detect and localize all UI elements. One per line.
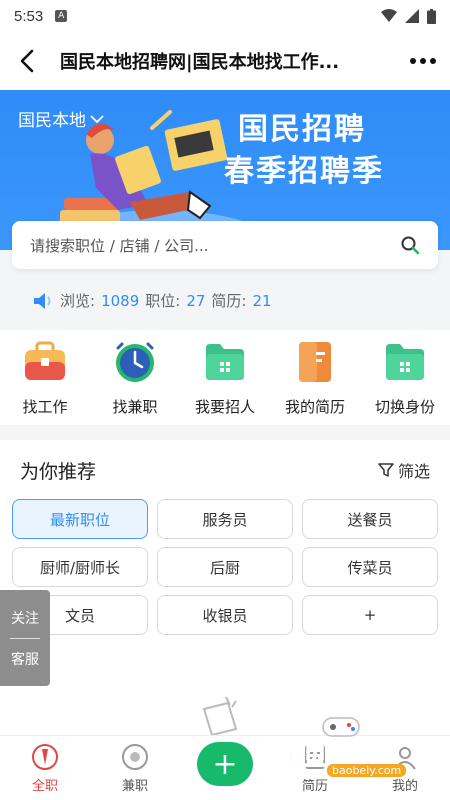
views-count: 1089 bbox=[101, 291, 140, 310]
chip-latest-jobs[interactable]: 最新职位 bbox=[12, 499, 148, 539]
search-icon[interactable] bbox=[400, 235, 420, 255]
back-arrow-icon bbox=[20, 49, 34, 73]
wifi-icon bbox=[381, 9, 397, 22]
battery-icon bbox=[427, 8, 436, 24]
resumes-label: 简历: bbox=[211, 292, 247, 310]
tab-label: 兼职 bbox=[121, 779, 148, 794]
watermark-url: baobeiy.com bbox=[327, 764, 407, 777]
city-selector[interactable]: 国民本地 bbox=[18, 106, 104, 131]
chip-cashier[interactable]: 收银员 bbox=[157, 595, 293, 635]
more-button[interactable] bbox=[400, 58, 436, 64]
empty-state-icon bbox=[202, 696, 238, 735]
quick-nav: 找工作 找兼职 我要招人 我的简历 切换身份 bbox=[0, 330, 450, 425]
quick-nav-label: 找兼职 bbox=[112, 398, 158, 416]
folder-icon bbox=[206, 344, 244, 380]
more-dot-icon bbox=[430, 58, 436, 64]
watermark-logo: 宝贝游戏网 baobeiy.com bbox=[275, 717, 445, 788]
tab-label: 全职 bbox=[31, 779, 58, 794]
chip-waiter[interactable]: 服务员 bbox=[157, 499, 293, 539]
chip-delivery[interactable]: 送餐员 bbox=[302, 499, 438, 539]
category-chips: 最新职位 服务员 送餐员 厨师/厨师长 后厨 传菜员 文员 收银员 + bbox=[12, 499, 438, 635]
nav-bar: 国民本地招聘网|国民本地找工作... bbox=[0, 32, 450, 90]
banner-slogan-line1: 国民招聘 bbox=[238, 112, 366, 147]
notification-icon: A bbox=[55, 10, 68, 22]
quick-nav-part-time[interactable]: 找兼职 bbox=[95, 330, 175, 425]
status-bar: 5:53 A bbox=[0, 0, 450, 32]
banner-slogan-line2: 春季招聘季 bbox=[224, 154, 384, 189]
more-dot-icon bbox=[410, 58, 416, 64]
tab-parttime[interactable]: 兼职 bbox=[90, 736, 180, 800]
tab-fulltime[interactable]: 全职 bbox=[0, 736, 90, 800]
recommend-section: 为你推荐 筛选 最新职位 服务员 送餐员 厨师/厨师长 后厨 传菜员 文员 收银… bbox=[0, 440, 450, 655]
document-icon bbox=[299, 342, 331, 382]
search-box[interactable]: 请搜索职位 / 店铺 / 公司... bbox=[12, 221, 438, 269]
quick-nav-find-job[interactable]: 找工作 bbox=[5, 330, 85, 425]
site-stats: 浏览: 1089 职位: 27 简历: 21 bbox=[32, 290, 272, 311]
filter-label: 筛选 bbox=[397, 462, 430, 481]
quick-nav-label: 找工作 bbox=[22, 398, 68, 416]
more-dot-icon bbox=[420, 58, 426, 64]
resumes-count: 21 bbox=[252, 291, 272, 310]
jobs-label: 职位: bbox=[145, 292, 181, 310]
page-title: 国民本地招聘网|国民本地找工作... bbox=[60, 52, 340, 73]
recommend-header: 为你推荐 筛选 bbox=[0, 440, 450, 500]
recommend-title: 为你推荐 bbox=[20, 460, 97, 483]
quick-nav-label: 我的简历 bbox=[284, 398, 345, 416]
parttime-icon bbox=[122, 744, 148, 770]
fulltime-icon bbox=[32, 744, 58, 770]
filter-button[interactable]: 筛选 bbox=[378, 458, 430, 482]
stopwatch-icon bbox=[116, 342, 154, 382]
quick-nav-label: 我要招人 bbox=[194, 398, 255, 416]
search-input[interactable]: 请搜索职位 / 店铺 / 公司... bbox=[30, 235, 400, 256]
briefcase-icon bbox=[25, 341, 65, 380]
chevron-down-icon bbox=[90, 114, 104, 123]
status-time: 5:53 bbox=[14, 7, 44, 25]
follow-button[interactable]: 关注 bbox=[11, 608, 39, 628]
filter-icon bbox=[378, 463, 394, 477]
side-float-divider bbox=[10, 637, 40, 639]
chip-kitchen[interactable]: 后厨 bbox=[157, 547, 293, 587]
views-label: 浏览: bbox=[60, 292, 96, 310]
customer-service-button[interactable]: 客服 bbox=[11, 649, 39, 669]
city-name: 国民本地 bbox=[18, 111, 86, 131]
folder-icon bbox=[386, 344, 424, 380]
chip-add[interactable]: + bbox=[302, 595, 438, 635]
chip-food-runner[interactable]: 传菜员 bbox=[302, 547, 438, 587]
quick-nav-label: 切换身份 bbox=[374, 398, 435, 416]
speaker-icon bbox=[34, 292, 51, 309]
signal-icon bbox=[405, 9, 419, 23]
quick-nav-hire[interactable]: 我要招人 bbox=[185, 330, 265, 425]
quick-nav-switch-role[interactable]: 切换身份 bbox=[365, 330, 445, 425]
post-job-fab[interactable]: + bbox=[197, 742, 253, 786]
jobs-count: 27 bbox=[186, 291, 206, 310]
back-button[interactable] bbox=[14, 48, 40, 74]
chip-chef[interactable]: 厨师/厨师长 bbox=[12, 547, 148, 587]
quick-nav-my-resume[interactable]: 我的简历 bbox=[275, 330, 355, 425]
side-float-panel: 关注 客服 bbox=[0, 590, 50, 686]
